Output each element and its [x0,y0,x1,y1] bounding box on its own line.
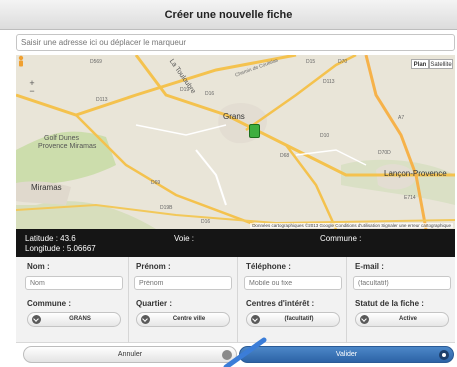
statut-select-value: Active [398,316,417,322]
road-label: D16 [205,91,215,97]
voie-label: Voie : [174,234,195,243]
road-label: D16 [201,219,211,225]
map-label-golf-2: Provence Miramas [38,143,97,150]
centres-select-label: Centres d'intérêt : [246,299,315,308]
nom-label: Nom : [27,262,50,271]
column-divider [237,257,238,343]
page-title: Créer une nouvelle fiche [164,8,293,21]
statut-select[interactable]: Active [355,312,449,327]
map-credits[interactable]: Données cartographiques ©2013 Google Con… [250,223,453,228]
nom-field[interactable] [25,276,123,290]
road-label: E714 [404,195,416,201]
map-label-lancon: Lançon-Provence [384,169,447,178]
validate-icon [439,350,449,360]
validate-button[interactable]: Valider [239,346,454,363]
quartier-select-label: Quartier : [136,299,173,308]
column-divider [346,257,347,343]
map-label-miramas: Miramas [31,183,62,192]
map-label-grans: Grans [223,112,245,121]
cancel-icon [222,350,232,360]
chevron-down-icon [141,315,150,324]
road-label: D15 [306,59,316,65]
chevron-down-icon [360,315,369,324]
column-divider [128,257,129,343]
title-bar: Créer une nouvelle fiche [0,0,457,30]
road-label: D68 [280,153,290,159]
road-label: A7 [398,115,405,121]
centres-select[interactable]: (facultatif) [246,312,340,327]
commune-select[interactable]: GRANS [27,312,121,327]
road-label: D19B [160,205,173,211]
road-label: D569 [90,59,102,65]
validate-button-label: Valider [335,351,358,358]
cancel-button[interactable]: Annuler [23,346,237,363]
quartier-select[interactable]: Centre ville [136,312,230,327]
prenom-label: Prénom : [136,262,171,271]
longitude-value: Longitude : 5.06667 [25,244,96,253]
statut-select-label: Statut de la fiche : [355,299,424,308]
commune-select-value: GRANS [69,316,91,322]
chevron-down-icon [251,315,260,324]
map-type-satellite-button[interactable]: Satellite [429,59,453,69]
map-type-plan-button[interactable]: Plan [411,59,429,69]
commune-select-label: Commune : [27,299,71,308]
map-label-golf: Golf Dunes [44,135,80,142]
road-label: D70D [378,150,391,156]
road-label: D113 [323,79,335,85]
zoom-out-icon[interactable]: − [28,87,36,96]
commune-label: Commune : [320,234,362,243]
prenom-field[interactable] [134,276,232,290]
telephone-field[interactable] [244,276,342,290]
email-label: E-mail : [355,262,384,271]
road-label: D10 [320,133,330,139]
centres-select-value: (facultatif) [284,316,314,322]
address-search-input[interactable] [16,34,455,51]
map-background [16,55,455,229]
street-view-pegman-icon[interactable] [16,55,26,69]
email-field[interactable] [353,276,451,290]
road-label: D69 [151,180,161,186]
road-label: D70 [338,59,348,65]
coordinates-bar: Latitude : 43.6 Longitude : 5.06667 Voie… [16,229,455,257]
quartier-select-value: Centre ville [172,316,206,322]
telephone-label: Téléphone : [246,262,291,271]
chevron-down-icon [32,315,41,324]
location-marker-icon[interactable] [249,124,260,138]
cancel-button-label: Annuler [117,351,143,358]
road-label: D113 [96,97,108,103]
latitude-value: Latitude : 43.6 [25,234,76,243]
road-label: D19 [180,87,190,93]
map-view[interactable]: + − Plan Satellite Grans Golf Dunes Prov… [16,55,455,229]
